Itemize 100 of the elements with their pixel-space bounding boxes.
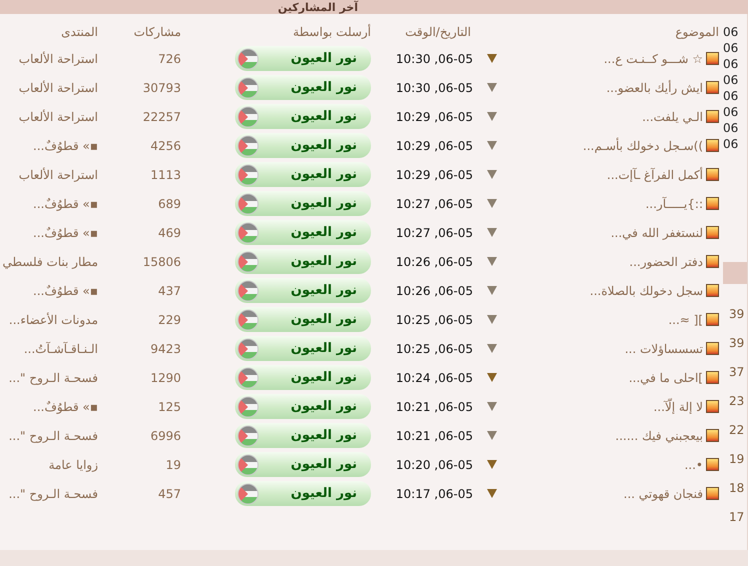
topic-icon [706,168,719,181]
topic-link[interactable]: ]احلى ما في... [628,370,703,384]
forum-link[interactable]: استراحة الألعاب [18,110,98,124]
posts-count: 15806 [142,254,181,268]
topic-icon [706,139,719,152]
username-badge[interactable]: نور العيون [235,394,371,419]
topic-icon [706,110,719,123]
side-number-text: 22 [728,422,746,439]
date-text: 06-05, 10:29 [396,168,473,182]
forum-link[interactable]: مدونات الأعضاء... [8,312,98,326]
topic-link[interactable]: ☆ شـــو كــنـت ع... [604,52,703,66]
topic-link[interactable]: أكمل الفرآغ ـآإت... [606,168,703,182]
topic-icon [706,487,719,500]
username-badge[interactable]: نور العيون [235,336,371,361]
triangle-icon[interactable] [487,373,497,382]
topic-link[interactable]: ::}يـــــآر... [645,196,703,210]
triangle-icon[interactable] [487,344,497,353]
username-badge[interactable]: نور العيون [235,133,371,158]
username-badge[interactable]: نور العيون [235,423,371,448]
side-number-text: 39 [728,335,746,352]
flag-icon [237,250,259,272]
posts-header: مشاركات [134,25,181,39]
forum-link[interactable]: ▪» قطوُفٌ... [33,196,98,210]
section-title: آخر المشاركين [278,2,358,14]
forum-link[interactable]: فسحـة الـروح "... [8,370,98,384]
posts-count: 30793 [142,80,181,94]
side-date-text: 06 [723,136,740,152]
triangle-icon[interactable] [487,199,497,208]
username-badge[interactable]: نور العيون [235,481,371,506]
triangle-icon[interactable] [487,402,497,411]
topic-icon [706,342,719,355]
forum-link[interactable]: ▪» قطوُفٌ... [33,226,98,240]
flag-icon [237,222,259,244]
triangle-icon[interactable] [487,257,497,266]
posts-count: 9423 [150,342,181,356]
topic-link[interactable]: ايش رأيك بالعضو... [606,80,703,94]
topic-link[interactable]: تسسساؤلات ... [624,342,703,356]
sender-header: أرسلت بواسطة [293,25,371,39]
username-badge[interactable]: نور العيون [235,104,371,129]
topic-link[interactable]: فنجان قهوتي ... [624,486,703,500]
topic-icon [706,429,719,442]
forum-link[interactable]: الـنـاقـآشـآتُ... [24,342,98,356]
username-badge[interactable]: نور العيون [235,75,371,100]
username-badge[interactable]: نور العيون [235,191,371,216]
forum-link[interactable]: فسحـة الـروح "... [8,428,98,442]
triangle-icon[interactable] [487,286,497,295]
topic-header: الموضوع [675,25,719,39]
topic-link[interactable]: لا إلة إلّآ... [653,400,703,414]
posts-count: 125 [158,400,181,414]
side-date-text: 06 [723,24,740,40]
date-text: 06-05, 10:30 [396,80,473,94]
username-badge[interactable]: نور العيون [235,452,371,477]
forum-link[interactable]: زوايا عامة [48,458,98,472]
username-badge[interactable]: نور العيون [235,220,371,245]
date-text: 06-05, 10:29 [396,110,473,124]
forum-link[interactable]: ▪» قطوُفٌ... [33,400,98,414]
topic-icon [706,226,719,239]
triangle-icon[interactable] [487,315,497,324]
posts-count: 1113 [150,168,181,182]
triangle-icon[interactable] [487,431,497,440]
topic-link[interactable]: ))سـجل دخولك بأسـم... [582,138,703,152]
posts-count: 1290 [150,370,181,384]
forum-link[interactable]: ▪» قطوُفٌ... [33,284,98,298]
triangle-icon[interactable] [487,228,497,237]
username-badge[interactable]: نور العيون [235,307,371,332]
topic-link[interactable]: •... [684,458,703,472]
triangle-icon[interactable] [487,112,497,121]
flag-icon [237,280,259,302]
triangle-icon[interactable] [487,489,497,498]
date-text: 06-05, 10:24 [396,370,473,384]
topic-icon [706,400,719,413]
posts-count: 457 [158,486,181,500]
topic-link[interactable]: ][ ≈... [668,312,703,326]
posts-count: 689 [158,196,181,210]
topic-link[interactable]: دفتر الحضور... [629,254,703,268]
topic-link[interactable]: الـي يلفت... [642,110,703,124]
username-badge[interactable]: نور العيون [235,365,371,390]
username-badge[interactable]: نور العيون [235,46,371,71]
triangle-icon[interactable] [487,141,497,150]
forum-link[interactable]: مطار بنات فلسطي [2,254,98,268]
forum-link[interactable]: ▪» قطوُفٌ... [33,138,98,152]
topic-link[interactable]: بيعجبني فيك ...... [615,428,703,442]
topic-link[interactable]: سجل دخولك بالصلاة... [590,284,703,298]
topic-link[interactable]: لنستغفر الله في... [610,226,703,240]
date-text: 06-05, 10:30 [396,52,473,66]
triangle-icon[interactable] [487,54,497,63]
side-number-text: 39 [728,306,746,323]
forum-link[interactable]: استراحة الألعاب [18,168,98,182]
username-badge[interactable]: نور العيون [235,162,371,187]
topic-icon [706,284,719,297]
triangle-icon[interactable] [487,460,497,469]
forum-link[interactable]: استراحة الألعاب [18,80,98,94]
username-badge[interactable]: نور العيون [235,278,371,303]
forum-link[interactable]: فسحـة الـروح "... [8,486,98,500]
username-badge[interactable]: نور العيون [235,249,371,274]
triangle-icon[interactable] [487,83,497,92]
triangle-icon[interactable] [487,170,497,179]
forum-link[interactable]: استراحة الألعاب [18,52,98,66]
flag-icon [237,48,259,70]
side-date-text: 06 [723,120,740,136]
